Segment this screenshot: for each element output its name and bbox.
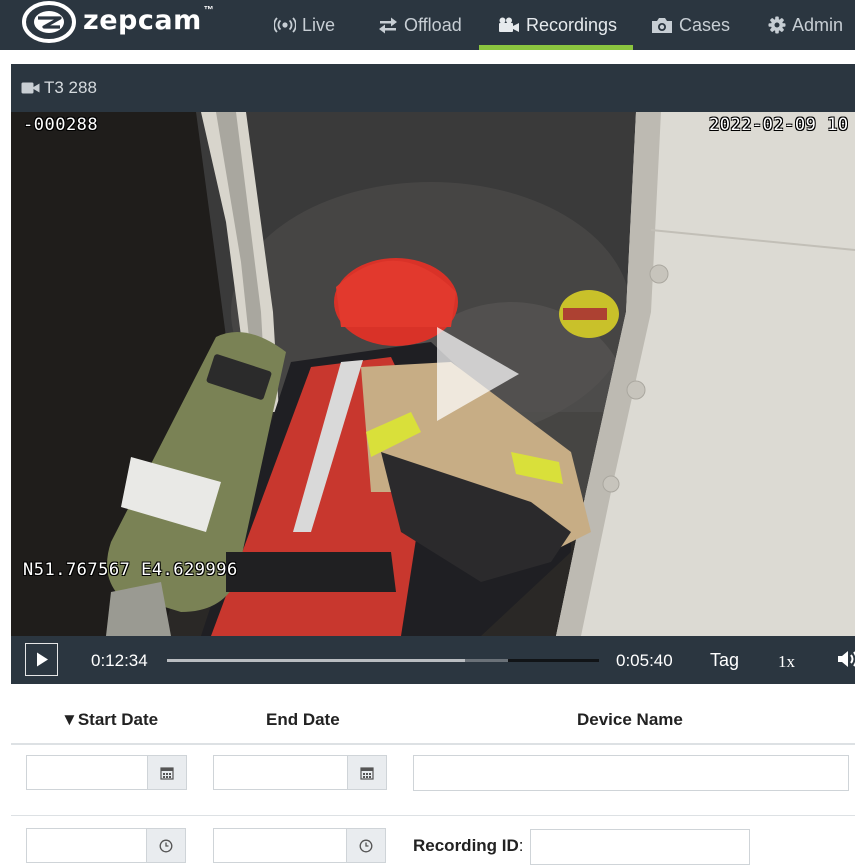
trademark-symbol: ™ [203,4,214,16]
brand-name: zepcam [83,5,202,36]
nav-item-recordings[interactable]: Recordings [479,0,633,50]
column-end-date[interactable]: End Date [266,710,340,730]
end-date-group [213,755,387,790]
nav-item-live[interactable]: Live [274,0,335,50]
transfer-arrows-icon [379,17,397,34]
zepcam-logo[interactable]: zepcam ™ [22,1,214,43]
clock-icon [159,839,173,852]
osd-device-id: -000288 [23,115,99,135]
nav-label-recordings: Recordings [526,14,618,35]
end-time-picker-button[interactable] [346,828,386,863]
start-date-group [26,755,187,790]
nav-item-offload[interactable]: Offload [378,0,462,50]
zepcam-logo-icon [22,1,76,43]
calendar-icon [360,766,374,780]
end-date-input[interactable] [213,755,347,790]
recording-id-label: Recording ID: [413,836,524,856]
volume-icon[interactable] [837,649,855,669]
nav-label-live: Live [302,14,336,35]
osd-gps-coordinates: N51.767567 E4.629996 [23,560,238,580]
nav-label-admin: Admin [792,14,844,35]
nav-item-admin[interactable]: Admin [768,0,843,50]
end-date-picker-button[interactable] [347,755,387,790]
player-controls: 0:12:34 0:05:40 Tag 1x [11,636,855,684]
big-play-icon[interactable] [433,327,521,421]
start-time-input[interactable] [26,828,146,863]
recording-id-label-text: Recording ID [413,836,519,855]
play-button[interactable] [25,643,58,676]
broadcast-icon [274,17,296,33]
clock-icon [359,839,373,852]
gear-icon [768,16,786,34]
top-navigation: zepcam ™ Live Offload Recordings Cases A… [0,0,855,50]
video-player[interactable]: -000288 2022-02-09 10 N51.767567 E4.6299… [11,112,855,636]
seek-bar[interactable] [167,659,599,662]
remaining-time: 0:05:40 [616,651,673,670]
nav-item-cases[interactable]: Cases [651,0,730,50]
playback-speed-button[interactable]: 1x [778,652,795,672]
current-time: 0:12:34 [91,651,148,670]
column-device-name[interactable]: Device Name [577,710,683,730]
osd-timestamp: 2022-02-09 10 [709,115,849,135]
end-time-group [213,828,386,863]
start-date-input[interactable] [26,755,147,790]
device-name-input[interactable] [413,755,849,791]
video-camera-icon [21,82,40,94]
column-start-date[interactable]: ▼Start Date [61,710,158,730]
row-divider [11,815,855,816]
recording-id-colon: : [518,836,524,855]
calendar-icon [160,766,174,780]
nav-label-offload: Offload [404,14,462,35]
nav-label-cases: Cases [679,14,731,35]
start-time-picker-button[interactable] [146,828,186,863]
player-header: T3 288 [11,64,855,112]
play-icon [37,652,48,667]
video-camera-icon [499,17,519,32]
start-time-group [26,828,186,863]
camera-icon [652,17,672,33]
start-date-picker-button[interactable] [147,755,187,790]
tag-button[interactable]: Tag [710,650,739,671]
recording-title: T3 288 [44,78,97,97]
seek-bar-progress [167,659,466,662]
recording-id-input[interactable] [530,829,750,865]
end-time-input[interactable] [213,828,346,863]
recordings-table-header: ▼Start Date End Date Device Name [11,697,855,745]
